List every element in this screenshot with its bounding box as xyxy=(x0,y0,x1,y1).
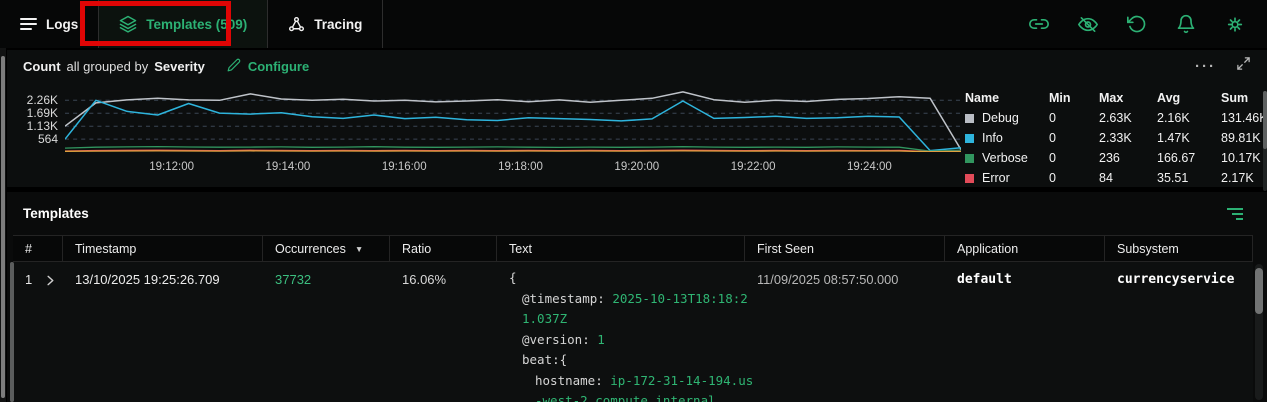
logs-icon xyxy=(20,17,37,31)
legend-header-name: Name xyxy=(965,91,1049,105)
page-vertical-scrollbar[interactable] xyxy=(0,48,6,402)
legend-header-min: Min xyxy=(1049,91,1099,105)
pencil-icon xyxy=(227,58,241,75)
chart-group-field: Severity xyxy=(154,59,205,74)
chart-legend: Name Min Max Avg Sum Debug 0 2.63K 2.16K… xyxy=(961,88,1267,196)
legend-row-info[interactable]: Info 0 2.33K 1.47K 89.81K xyxy=(965,128,1257,148)
tab-logs-label: Logs xyxy=(46,17,78,32)
tab-templates-label: Templates (509) xyxy=(146,17,247,32)
verbose-swatch xyxy=(965,154,974,163)
row-log-text: { @timestamp: 2025-10-13T18:18:2 1.037Z … xyxy=(497,262,745,402)
legend-name: Info xyxy=(982,131,1003,145)
x-axis-ticks: 19:12:0019:14:0019:16:0019:18:0019:20:00… xyxy=(65,161,961,177)
legend-row-debug[interactable]: Debug 0 2.63K 2.16K 131.46K xyxy=(965,108,1257,128)
row-occurrences: 37732 xyxy=(263,262,390,402)
legend-header-row: Name Min Max Avg Sum xyxy=(965,88,1257,108)
row-application: default xyxy=(945,262,1105,402)
chart-body: 5641.13K1.69K2.26K 19:12:0019:14:0019:16… xyxy=(7,80,1267,196)
table-vertical-scrollbar[interactable] xyxy=(1255,264,1263,400)
legend-name: Error xyxy=(982,171,1010,185)
row-timestamp: 13/10/2025 19:25:26.709 xyxy=(63,262,263,402)
link-icon[interactable] xyxy=(1029,14,1049,34)
legend-scrollbar[interactable] xyxy=(1263,91,1267,191)
y-axis-labels: 5641.13K1.69K2.26K xyxy=(17,88,65,152)
eye-off-icon[interactable] xyxy=(1078,14,1098,34)
col-header-ratio[interactable]: Ratio xyxy=(390,236,497,261)
chart-actions: ··· xyxy=(1195,56,1251,76)
legend-header-avg: Avg xyxy=(1157,91,1221,105)
expand-row-icon[interactable] xyxy=(45,272,55,289)
gear-icon[interactable] xyxy=(1225,14,1245,34)
tab-logs[interactable]: Logs xyxy=(0,0,99,48)
legend-header-sum: Sum xyxy=(1221,91,1257,105)
chart-metric: Count xyxy=(23,59,61,74)
chart-groupby-text: all grouped by xyxy=(67,59,149,74)
col-header-occurrences[interactable]: Occurrences▼ xyxy=(263,236,390,261)
sort-desc-icon: ▼ xyxy=(355,244,363,254)
nav-actions xyxy=(1029,0,1267,48)
configure-button[interactable]: Configure xyxy=(227,58,309,75)
legend-row-error[interactable]: Error 0 84 35.51 2.17K xyxy=(965,168,1257,188)
row-ratio: 16.06% xyxy=(390,262,497,402)
top-nav: Logs Templates (509) Tracing xyxy=(0,0,1267,48)
legend-name: Verbose xyxy=(982,151,1028,165)
col-header-application[interactable]: Application xyxy=(945,236,1105,261)
filter-sort-icon[interactable] xyxy=(1227,208,1243,220)
debug-swatch xyxy=(965,114,974,123)
table-row[interactable]: 1 13/10/2025 19:25:26.709 37732 16.06% {… xyxy=(13,262,1253,402)
col-header-first-seen[interactable]: First Seen xyxy=(745,236,945,261)
chart-menu-button[interactable]: ··· xyxy=(1195,58,1216,75)
bell-icon[interactable] xyxy=(1176,14,1196,34)
chart-header: Count all grouped by Severity Configure … xyxy=(7,50,1267,80)
row-first-seen: 11/09/2025 08:57:50.000 xyxy=(745,262,945,402)
table-left-scrollbar[interactable] xyxy=(10,262,14,402)
tab-templates[interactable]: Templates (509) xyxy=(99,0,268,48)
table-header-row: # Timestamp Occurrences▼ Ratio Text Firs… xyxy=(13,235,1253,262)
templates-title: Templates xyxy=(23,206,89,221)
col-header-timestamp[interactable]: Timestamp xyxy=(63,236,263,261)
error-swatch xyxy=(965,174,974,183)
tab-tracing[interactable]: Tracing xyxy=(268,0,383,48)
trace-graph-icon xyxy=(288,16,305,33)
row-number: 1 xyxy=(25,272,32,287)
col-header-text[interactable]: Text xyxy=(497,236,745,261)
col-header-num[interactable]: # xyxy=(13,236,63,261)
tab-tracing-label: Tracing xyxy=(314,17,362,32)
info-swatch xyxy=(965,134,974,143)
legend-row-verbose[interactable]: Verbose 0 236 166.67 10.17K xyxy=(965,148,1257,168)
expand-icon[interactable] xyxy=(1236,56,1251,76)
configure-label: Configure xyxy=(248,59,309,74)
layers-icon xyxy=(119,15,137,33)
col-header-subsystem[interactable]: Subsystem xyxy=(1105,236,1253,261)
legend-header-max: Max xyxy=(1099,91,1157,105)
templates-panel: Templates # Timestamp Occurrences▼ Ratio… xyxy=(7,192,1267,402)
refresh-icon[interactable] xyxy=(1127,14,1147,34)
legend-name: Debug xyxy=(982,111,1019,125)
row-subsystem: currencyservice xyxy=(1105,262,1253,402)
severity-chart-svg[interactable] xyxy=(65,88,961,152)
severity-chart-panel: Count all grouped by Severity Configure … xyxy=(7,50,1267,187)
